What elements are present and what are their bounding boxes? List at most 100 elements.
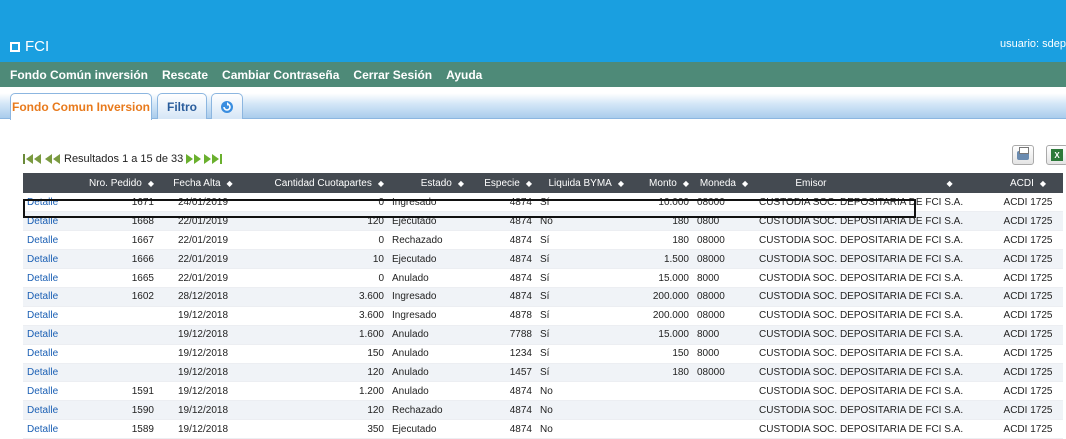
print-button[interactable]: [1012, 145, 1034, 165]
cell-monto: 1.500: [628, 249, 693, 270]
cell-emisor: CUSTODIA SOC. DEPOSITARIA DE FCI S.A.: [755, 306, 993, 326]
cell-acdi: ACDI 1725: [993, 230, 1063, 251]
cell-nro-pedido: 1667: [63, 230, 158, 251]
cell-nro-pedido: [63, 344, 158, 364]
cell-cantidad: 0: [248, 193, 388, 213]
last-page-icon[interactable]: [204, 154, 223, 164]
cell-estado: Anulado: [388, 325, 468, 345]
detalle-link[interactable]: Detalle: [23, 268, 63, 288]
col-header-emisor[interactable]: Emisor ◆: [755, 173, 993, 193]
detalle-link[interactable]: Detalle: [23, 363, 63, 383]
table-row: Detalle 1671 24/01/2019 0 Ingresado 4874 Sí 10.…: [23, 193, 1063, 213]
cell-acdi: ACDI 1725: [993, 268, 1063, 288]
cell-liquida-byma: Sí: [536, 344, 628, 364]
col-header-fecha-alta[interactable]: Fecha Alta ◆: [158, 173, 248, 193]
cell-estado: Anulado: [388, 381, 468, 402]
cell-monto: [628, 419, 693, 439]
table-row: Detalle 1667 22/01/2019 0 Rechazado 4874 Sí 180…: [23, 230, 1063, 251]
cell-moneda: 0800: [693, 211, 755, 232]
cell-cantidad: 350: [248, 419, 388, 439]
detalle-link[interactable]: Detalle: [23, 193, 63, 213]
cell-acdi: ACDI 1725: [993, 325, 1063, 345]
cell-monto: 15.000: [628, 325, 693, 345]
cell-cantidad: 150: [248, 344, 388, 364]
excel-export-button[interactable]: X: [1046, 145, 1066, 165]
cell-acdi: ACDI 1725: [993, 419, 1063, 439]
cell-especie: 4874: [468, 211, 536, 232]
menu-item-rescate[interactable]: Rescate: [162, 68, 208, 82]
cell-nro-pedido: 1671: [63, 193, 158, 213]
detalle-link[interactable]: Detalle: [23, 287, 63, 307]
col-header-moneda[interactable]: Moneda ◆: [693, 173, 755, 193]
cell-nro-pedido: 1589: [63, 419, 158, 439]
cell-liquida-byma: No: [536, 419, 628, 439]
cell-moneda: 08000: [693, 249, 755, 270]
col-header-especie[interactable]: Especie ◆: [468, 173, 536, 193]
cell-especie: 1234: [468, 344, 536, 364]
cell-especie: 4874: [468, 193, 536, 213]
col-header-link: [23, 173, 63, 193]
cell-nro-pedido: 1590: [63, 400, 158, 421]
table-row: Detalle 19/12/2018 150 Anulado 1234 Sí 150 8000…: [23, 344, 1063, 364]
tab-fondo-comun-inversion[interactable]: Fondo Comun Inversion: [10, 93, 152, 120]
cell-fecha-alta: 19/12/2018: [158, 306, 248, 326]
col-header-monto[interactable]: Monto ◆: [628, 173, 693, 193]
cell-especie: 4874: [468, 287, 536, 307]
detalle-link[interactable]: Detalle: [23, 400, 63, 421]
refresh-icon: [221, 100, 233, 113]
menu-item-fondo-comun[interactable]: Fondo Común inversión: [10, 68, 148, 82]
cell-moneda: 08000: [693, 230, 755, 251]
detalle-link[interactable]: Detalle: [23, 325, 63, 345]
detalle-link[interactable]: Detalle: [23, 249, 63, 270]
cell-cantidad: 1.200: [248, 381, 388, 402]
cell-liquida-byma: Sí: [536, 287, 628, 307]
table-row: Detalle 1666 22/01/2019 10 Ejecutado 4874 Sí 1.…: [23, 249, 1063, 270]
cell-nro-pedido: 1665: [63, 268, 158, 288]
cell-liquida-byma: Sí: [536, 306, 628, 326]
tab-filtro[interactable]: Filtro: [157, 93, 207, 119]
cell-acdi: ACDI 1725: [993, 211, 1063, 232]
col-header-acdi[interactable]: ACDI ◆: [993, 173, 1063, 193]
cell-emisor: CUSTODIA SOC. DEPOSITARIA DE FCI S.A.: [755, 325, 993, 345]
detalle-link[interactable]: Detalle: [23, 211, 63, 232]
cell-moneda: 08000: [693, 306, 755, 326]
cell-monto: [628, 400, 693, 421]
detalle-link[interactable]: Detalle: [23, 381, 63, 402]
col-header-nro-pedido[interactable]: Nro. Pedido ◆: [63, 173, 158, 193]
cell-nro-pedido: [63, 306, 158, 326]
cell-nro-pedido: 1668: [63, 211, 158, 232]
col-header-estado[interactable]: Estado ◆: [388, 173, 468, 193]
detalle-link[interactable]: Detalle: [23, 419, 63, 439]
cell-emisor: CUSTODIA SOC. DEPOSITARIA DE FCI S.A.: [755, 344, 993, 364]
col-header-liquida-byma[interactable]: Liquida BYMA ◆: [536, 173, 628, 193]
menu-item-ayuda[interactable]: Ayuda: [446, 68, 482, 82]
first-page-icon[interactable]: [23, 154, 42, 164]
cell-fecha-alta: 22/01/2019: [158, 230, 248, 251]
cell-cantidad: 10: [248, 249, 388, 270]
cell-fecha-alta: 19/12/2018: [158, 325, 248, 345]
tab-refresh[interactable]: [211, 93, 243, 119]
table-row: Detalle 1591 19/12/2018 1.200 Anulado 4874 No C…: [23, 381, 1063, 402]
menu-item-cambiar-contrasena[interactable]: Cambiar Contraseña: [222, 68, 339, 82]
col-header-cantidad[interactable]: Cantidad Cuotapartes ◆: [248, 173, 388, 193]
table-row: Detalle 1590 19/12/2018 120 Rechazado 4874 No C…: [23, 400, 1063, 421]
cell-monto: 15.000: [628, 268, 693, 288]
detalle-link[interactable]: Detalle: [23, 306, 63, 326]
cell-emisor: CUSTODIA SOC. DEPOSITARIA DE FCI S.A.: [755, 193, 993, 213]
cell-emisor: CUSTODIA SOC. DEPOSITARIA DE FCI S.A.: [755, 363, 993, 383]
cell-acdi: ACDI 1725: [993, 193, 1063, 213]
cell-fecha-alta: 24/01/2019: [158, 193, 248, 213]
cell-fecha-alta: 19/12/2018: [158, 344, 248, 364]
cell-nro-pedido: [63, 325, 158, 345]
cell-nro-pedido: 1591: [63, 381, 158, 402]
next-page-icon[interactable]: [186, 154, 202, 164]
cell-especie: 7788: [468, 325, 536, 345]
cell-moneda: 8000: [693, 268, 755, 288]
cell-liquida-byma: Sí: [536, 230, 628, 251]
cell-monto: 150: [628, 344, 693, 364]
prev-page-icon[interactable]: [45, 154, 61, 164]
table-row: Detalle 1668 22/01/2019 120 Ejecutado 4874 No 1…: [23, 211, 1063, 232]
menu-item-cerrar-sesion[interactable]: Cerrar Sesión: [353, 68, 432, 82]
detalle-link[interactable]: Detalle: [23, 230, 63, 251]
detalle-link[interactable]: Detalle: [23, 344, 63, 364]
